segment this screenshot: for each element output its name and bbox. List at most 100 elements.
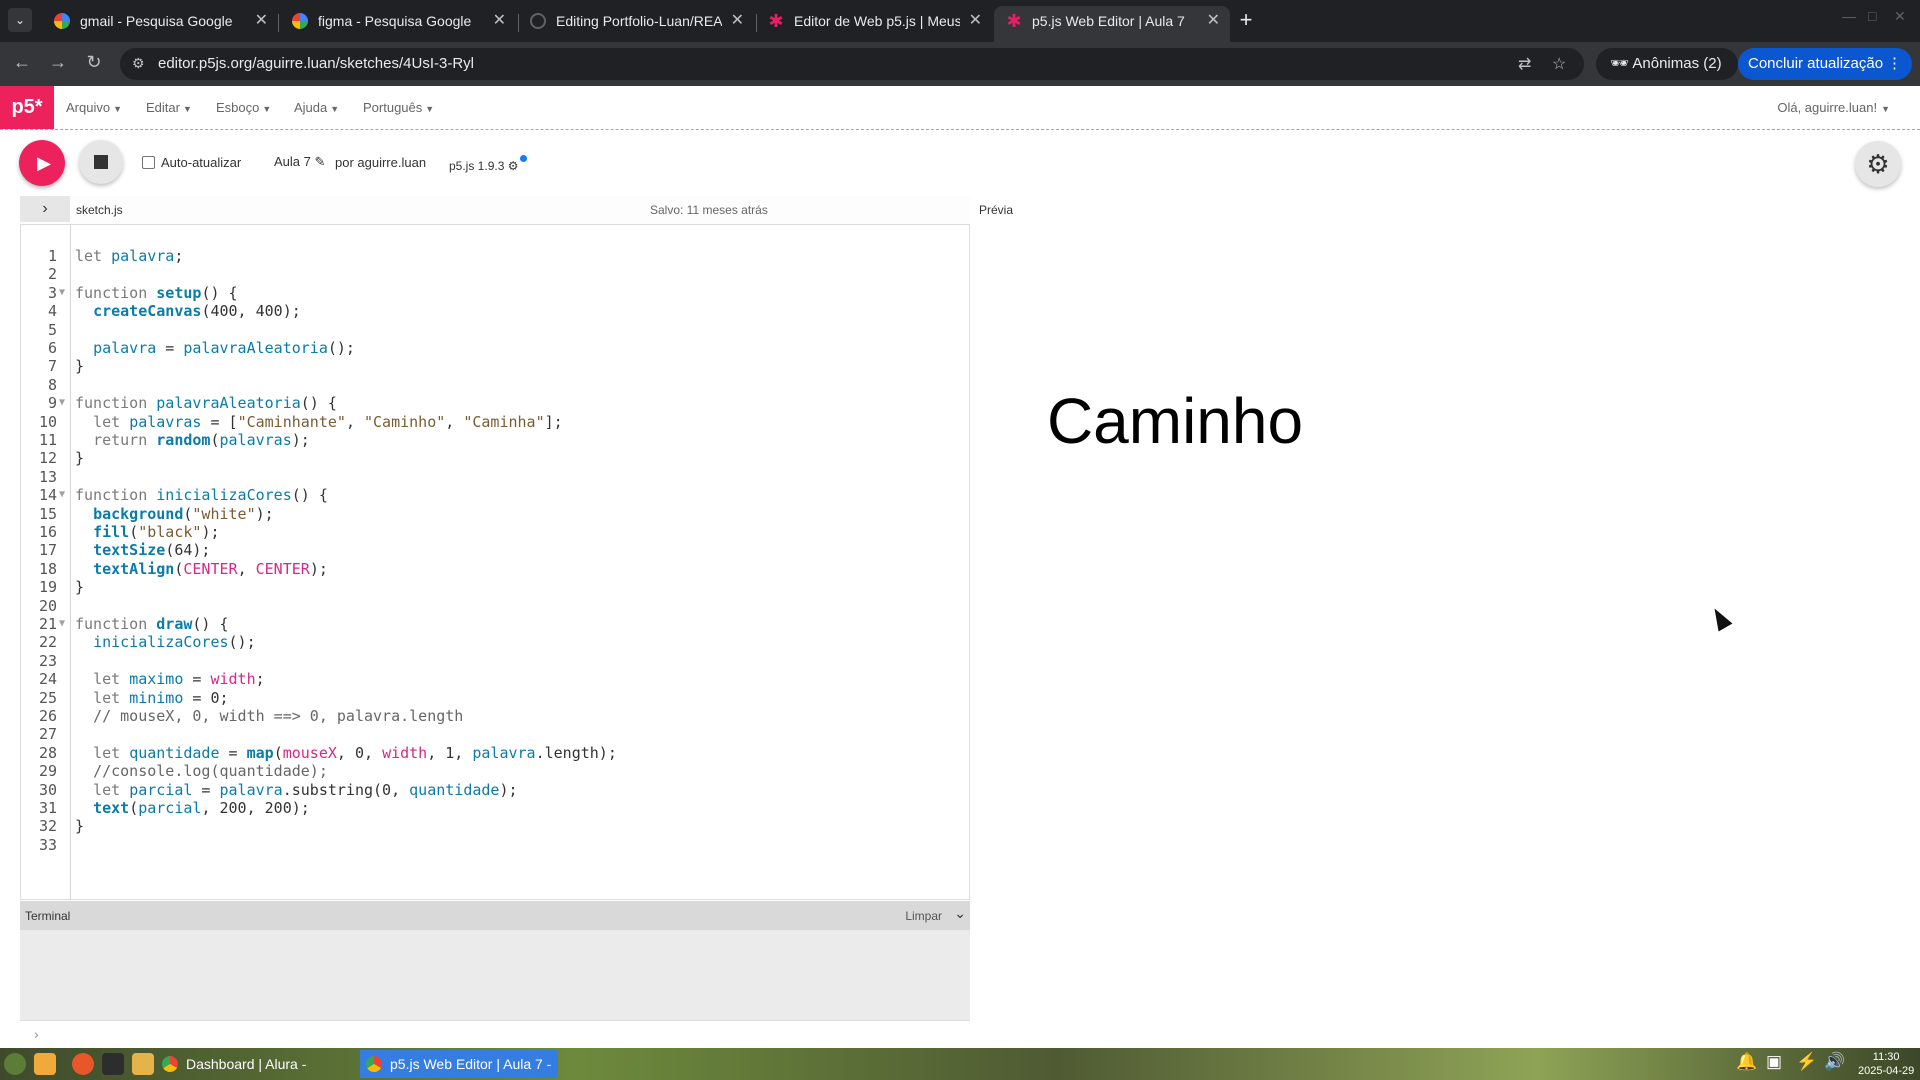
code-line[interactable]: 11 return random(palavras); (21, 431, 969, 449)
code-line[interactable]: 28 let quantidade = map(mouseX, 0, width… (21, 744, 969, 762)
code-line[interactable]: 29 //console.log(quantidade); (21, 762, 969, 780)
auto-refresh-checkbox[interactable] (142, 156, 155, 169)
code-line[interactable]: 4 createCanvas(400, 400); (21, 302, 969, 320)
menu-editar[interactable]: Editar ▼ (146, 100, 192, 115)
code-line[interactable]: 1 let palavra; (21, 247, 969, 265)
code-line[interactable]: 24 let maximo = width; (21, 670, 969, 688)
bookmark-star-icon[interactable]: ☆ (1552, 54, 1566, 74)
code-line[interactable]: 17 textSize(64); (21, 541, 969, 559)
code-text[interactable]: let minimo = 0; (75, 689, 228, 707)
code-line[interactable]: 33 (21, 836, 969, 854)
chevron-down-icon[interactable]: ⌄ (954, 905, 966, 922)
code-line[interactable]: 6 palavra = palavraAleatoria(); (21, 339, 969, 357)
code-text[interactable]: inicializaCores(); (75, 633, 256, 651)
update-button[interactable]: Concluir atualização ⋮ (1738, 48, 1912, 80)
code-text[interactable]: function inicializaCores() { (75, 486, 328, 504)
fold-arrow-icon[interactable]: ▼ (59, 486, 65, 504)
maximize-icon[interactable]: □ (1868, 8, 1876, 24)
fold-arrow-icon[interactable]: ▼ (59, 615, 65, 633)
url-text[interactable]: editor.p5js.org/aguirre.luan/sketches/4U… (158, 55, 474, 72)
code-line[interactable]: 9 ▼ function palavraAleatoria() { (21, 394, 969, 412)
code-text[interactable]: } (75, 578, 84, 596)
site-info-icon[interactable]: ⚙ (132, 55, 145, 72)
code-text[interactable]: function draw() { (75, 615, 229, 633)
reload-icon[interactable]: ↻ (82, 52, 106, 73)
code-text[interactable]: function palavraAleatoria() { (75, 394, 337, 412)
menu-esboco[interactable]: Esboço ▼ (216, 100, 271, 115)
code-line[interactable]: 18 textAlign(CENTER, CENTER); (21, 560, 969, 578)
code-line[interactable]: 15 background("white"); (21, 505, 969, 523)
code-text[interactable]: textAlign(CENTER, CENTER); (75, 560, 328, 578)
code-line[interactable]: 31 text(parcial, 200, 200); (21, 799, 969, 817)
code-line[interactable]: 19} (21, 578, 969, 596)
code-line[interactable]: 5 (21, 321, 969, 339)
code-text[interactable]: // mouseX, 0, width ==> 0, palavra.lengt… (75, 707, 463, 725)
code-text[interactable]: return random(palavras); (75, 431, 310, 449)
code-line[interactable]: 12} (21, 449, 969, 467)
code-line[interactable]: 32} (21, 817, 969, 835)
code-text[interactable]: } (75, 449, 84, 467)
code-text[interactable]: createCanvas(400, 400); (75, 302, 301, 320)
close-icon[interactable]: ✕ (493, 6, 506, 36)
code-line[interactable]: 30 let parcial = palavra.substring(0, qu… (21, 781, 969, 799)
code-line[interactable]: 20 (21, 597, 969, 615)
user-menu[interactable]: Olá, aguirre.luan! ▼ (1777, 100, 1890, 115)
code-text[interactable]: } (75, 357, 84, 375)
terminal-icon[interactable] (102, 1053, 124, 1075)
play-button[interactable]: ▶ (19, 140, 65, 186)
code-line[interactable]: 27 (21, 725, 969, 743)
start-menu-icon[interactable] (4, 1053, 26, 1075)
preview-canvas[interactable]: Caminho (975, 224, 1375, 624)
expand-sidebar-button[interactable]: › (20, 196, 70, 222)
stop-button[interactable] (79, 140, 123, 184)
tab-search-button[interactable]: ⌄ (8, 8, 32, 32)
translate-icon[interactable]: ⇄ (1518, 54, 1531, 74)
code-line[interactable]: 22 inicializaCores(); (21, 633, 969, 651)
menu-language[interactable]: Português ▼ (363, 100, 434, 115)
code-text[interactable]: text(parcial, 200, 200); (75, 799, 310, 817)
code-text[interactable]: let palavras = ["Caminhante", "Caminho",… (75, 413, 563, 431)
p5-logo[interactable]: p5* (0, 86, 54, 129)
back-icon[interactable]: ← (10, 52, 34, 73)
incognito-button[interactable]: 🕶 Anônimas (2) (1596, 48, 1738, 80)
settings-button[interactable]: ⚙ (1855, 141, 1901, 187)
console-input[interactable]: › (20, 1020, 970, 1048)
address-bar[interactable]: ⚙ editor.p5js.org/aguirre.luan/sketches/… (120, 48, 1584, 80)
notification-icon[interactable]: 🔔 (1736, 1052, 1757, 1072)
code-editor[interactable]: 1 let palavra; 2 3 ▼ function setup() {4 crea… (20, 224, 970, 900)
code-text[interactable]: function setup() { (75, 284, 238, 302)
code-text[interactable]: //console.log(quantidade); (75, 762, 328, 780)
close-icon[interactable]: ✕ (969, 6, 982, 36)
tab-p5-sketches[interactable]: ✱ Editor de Web p5.js | Meus esboços ✕ (756, 6, 992, 42)
version-button[interactable]: p5.js 1.9.3 ⚙ (449, 155, 528, 173)
code-text[interactable]: let quantidade = map(mouseX, 0, width, 1… (75, 744, 617, 762)
close-window-icon[interactable]: ✕ (1894, 8, 1906, 25)
code-text[interactable]: textSize(64); (75, 541, 210, 559)
forward-icon[interactable]: → (46, 52, 70, 73)
code-line[interactable]: 14 ▼ function inicializaCores() { (21, 486, 969, 504)
firefox-icon[interactable] (72, 1053, 94, 1075)
code-line[interactable]: 8 (21, 376, 969, 394)
files-icon[interactable] (34, 1053, 56, 1075)
close-icon[interactable]: ✕ (255, 6, 268, 36)
power-icon[interactable]: ⚡ (1796, 1052, 1817, 1072)
taskbar-window-alura[interactable]: Dashboard | Alura - Curso... (156, 1050, 356, 1078)
sketch-name[interactable]: Aula 7 ✎ (274, 154, 325, 170)
fold-arrow-icon[interactable]: ▼ (59, 394, 65, 412)
code-line[interactable]: 13 (21, 468, 969, 486)
tab-p5-aula7[interactable]: ✱ p5.js Web Editor | Aula 7 ✕ (994, 6, 1230, 42)
clear-console-button[interactable]: Limpar (905, 909, 942, 923)
code-text[interactable]: } (75, 817, 84, 835)
code-text[interactable]: let maximo = width; (75, 670, 265, 688)
code-line[interactable]: 21 ▼ function draw() { (21, 615, 969, 633)
clipboard-icon[interactable]: ▣ (1766, 1052, 1782, 1072)
code-text[interactable]: palavra = palavraAleatoria(); (75, 339, 355, 357)
fold-arrow-icon[interactable]: ▼ (59, 284, 65, 302)
sketch-author[interactable]: por aguirre.luan (335, 155, 426, 170)
tab-gmail-search[interactable]: gmail - Pesquisa Google ✕ (42, 6, 278, 42)
code-line[interactable]: 10 let palavras = ["Caminhante", "Caminh… (21, 413, 969, 431)
close-icon[interactable]: ✕ (1207, 6, 1220, 36)
code-text[interactable]: background("white"); (75, 505, 274, 523)
code-line[interactable]: 16 fill("black"); (21, 523, 969, 541)
code-line[interactable]: 23 (21, 652, 969, 670)
